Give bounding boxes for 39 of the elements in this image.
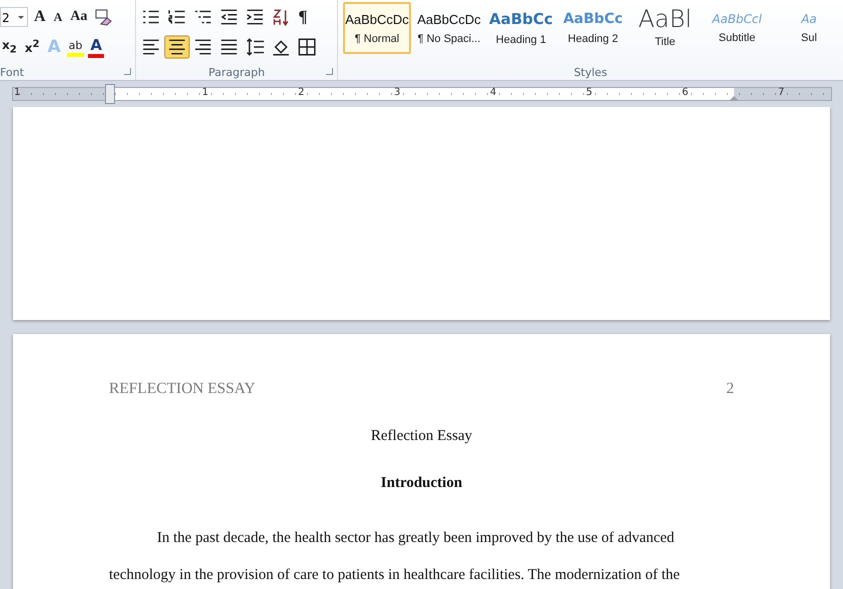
dialog-launcher-icon[interactable] bbox=[326, 68, 333, 75]
ruler-number: 1 bbox=[14, 86, 20, 100]
group-label: Paragraph bbox=[208, 66, 265, 78]
body-paragraph: In the past decade, the health sector has greatly been improved by the use of advanced technology in the provision of care to patients in healthcare facilities. The modernization of the bbox=[109, 529, 681, 585]
style-gallery-item[interactable]: AaBbCc Heading 2 bbox=[559, 2, 627, 54]
font-color-button[interactable]: A bbox=[88, 36, 104, 58]
spacing-icon[interactable] bbox=[244, 37, 266, 57]
shrink-font-button[interactable]: A bbox=[52, 6, 64, 28]
ruler-number: 4 bbox=[490, 86, 496, 100]
style-gallery-item[interactable]: AaBbCcDc ¶ No Spaci... bbox=[415, 2, 483, 54]
ruler-number: 5 bbox=[586, 86, 592, 100]
section-heading: Introduction bbox=[380, 475, 464, 492]
superscript-button[interactable]: x$^{2}$ bbox=[22, 36, 42, 58]
grow-font-button[interactable]: A bbox=[32, 6, 48, 28]
style-gallery-item[interactable]: AaBbCcDc ¶ Normal bbox=[343, 2, 411, 54]
subscript-button[interactable]: x$_{2}$ bbox=[0, 36, 19, 58]
style-gallery-item[interactable]: AaBl Title bbox=[631, 2, 699, 54]
font-size-field[interactable]: 2 bbox=[0, 7, 28, 27]
style-gallery-item[interactable]: AaBbCc Heading 1 bbox=[487, 2, 555, 54]
highlight-button[interactable]: ab bbox=[66, 37, 84, 57]
group-label: Font bbox=[0, 66, 24, 78]
ruler-number: 7 bbox=[778, 86, 784, 100]
running-header: REFLECTION ESSAY bbox=[109, 380, 256, 398]
dialog-launcher-icon[interactable] bbox=[124, 68, 132, 75]
page-number: 2 bbox=[726, 380, 734, 398]
align-center-icon[interactable] bbox=[166, 37, 188, 57]
essay-title: Reflection Essay bbox=[370, 428, 474, 445]
indent-marker-icon[interactable] bbox=[105, 84, 115, 104]
style-gallery-item[interactable]: Aa Sul bbox=[775, 2, 843, 54]
style-gallery-item[interactable]: AaBbCcl Subtitle bbox=[703, 2, 771, 54]
ruler-number: 1 bbox=[202, 86, 208, 100]
ruler-number: 2 bbox=[298, 86, 304, 100]
ruler-number: 6 bbox=[682, 86, 688, 100]
ruler-number: 3 bbox=[394, 86, 400, 100]
show-marks-button[interactable]: ¶ bbox=[296, 6, 310, 28]
change-case-button[interactable]: Aa bbox=[68, 6, 90, 28]
borders-icon[interactable] bbox=[296, 37, 318, 57]
eraser-icon[interactable] bbox=[93, 8, 114, 26]
group-label: Styles bbox=[574, 66, 608, 78]
